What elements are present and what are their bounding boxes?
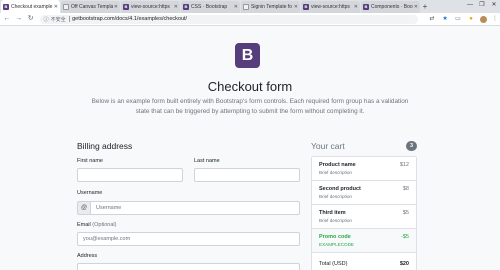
- cart-total-item: Total (USD) $20: [312, 253, 416, 270]
- list-item: Product name Brief description $12: [312, 157, 416, 181]
- address-field[interactable]: [77, 263, 300, 270]
- tab-strip: B Checkout example ✕ Off Canvas Template…: [0, 0, 500, 13]
- tab-off-canvas[interactable]: Off Canvas Template ✕: [61, 1, 120, 13]
- translate-icon[interactable]: ⇄: [427, 14, 437, 24]
- window-controls: — ❐ ✕: [464, 0, 500, 10]
- document-icon: [243, 4, 249, 10]
- email-field[interactable]: you@example.com: [77, 232, 300, 246]
- security-label: 不安全: [50, 16, 66, 23]
- first-name-field[interactable]: [77, 168, 183, 182]
- tab-label: CSS · Bootstrap: [191, 4, 228, 10]
- forward-icon[interactable]: →: [14, 14, 24, 24]
- tab-label: Components · Boo: [371, 4, 413, 10]
- promo-code: EXAMPLECODE: [319, 242, 354, 247]
- close-icon[interactable]: ✕: [234, 4, 238, 10]
- username-field[interactable]: Username: [90, 201, 300, 215]
- page-viewport: B Checkout form Below is an example form…: [0, 27, 500, 270]
- reload-icon[interactable]: ↻: [26, 14, 36, 24]
- info-icon[interactable]: ⓘ: [44, 16, 49, 23]
- tab-label: Checkout example: [11, 3, 53, 10]
- bootstrap-icon: B: [363, 4, 369, 10]
- email-label-text: Email: [77, 222, 91, 228]
- cart-heading: Your cart: [311, 141, 345, 151]
- tab-view-source[interactable]: B view-source:https ✕: [121, 1, 180, 13]
- username-label: Username: [77, 190, 103, 196]
- tab-checkout-example[interactable]: B Checkout example ✕: [1, 0, 60, 13]
- last-name-label: Last name: [194, 158, 220, 164]
- product-description: Brief description: [319, 170, 352, 175]
- promo-amount: -$5: [401, 234, 409, 240]
- product-description: Brief description: [319, 194, 352, 199]
- product-price: $12: [399, 162, 409, 168]
- extension-icon[interactable]: ●: [466, 14, 476, 24]
- tab-signin-template[interactable]: Signin Template fo ✕: [241, 1, 300, 13]
- address-label: Address: [77, 253, 98, 259]
- document-icon: [63, 4, 69, 10]
- close-icon[interactable]: ✕: [414, 4, 418, 10]
- product-price: $8: [402, 186, 409, 192]
- close-icon[interactable]: ✕: [114, 4, 118, 10]
- list-item: Third item Brief description $5: [312, 205, 416, 229]
- avatar[interactable]: [480, 15, 488, 23]
- minimize-button[interactable]: —: [464, 0, 476, 10]
- bootstrap-icon: B: [183, 4, 189, 10]
- cart-list: Product name Brief description $12 Secon…: [311, 156, 417, 270]
- cart-count-badge: 3: [406, 141, 417, 151]
- toolbar-icons: ⇄ ★ ▭ ● ⋮: [424, 14, 500, 24]
- product-name: Second product: [319, 186, 361, 192]
- divider: [68, 16, 70, 22]
- list-item: Second product Brief description $8: [312, 181, 416, 205]
- bootstrap-icon: B: [3, 3, 9, 10]
- email-optional-text: (Optional): [92, 222, 117, 228]
- bootstrap-icon: B: [303, 4, 309, 10]
- product-name: Product name: [319, 162, 356, 168]
- billing-heading: Billing address: [77, 141, 133, 151]
- first-name-label: First name: [77, 158, 103, 164]
- at-prefix: @: [77, 201, 91, 215]
- promo-code-item: Promo code EXAMPLECODE -$5: [312, 229, 416, 253]
- last-name-field[interactable]: [194, 168, 300, 182]
- back-icon[interactable]: ←: [2, 14, 12, 24]
- close-icon[interactable]: ✕: [354, 4, 358, 10]
- page-title: Checkout form: [207, 79, 293, 94]
- tab-label: view-source:https: [131, 4, 170, 10]
- url-input[interactable]: ⓘ 不安全 getbootstrap.com/docs/4.1/examples…: [39, 14, 419, 24]
- tab-label: Off Canvas Template: [71, 4, 113, 10]
- bookmark-star-icon[interactable]: ★: [440, 14, 450, 24]
- maximize-button[interactable]: ❐: [476, 0, 488, 10]
- close-icon[interactable]: ✕: [54, 4, 58, 10]
- tab-components[interactable]: B Components · Boo ✕: [361, 1, 420, 13]
- lead-text: Below is an example form built entirely …: [91, 98, 409, 115]
- product-description: Brief description: [319, 218, 352, 223]
- cast-icon[interactable]: ▭: [453, 14, 463, 24]
- bootstrap-logo-icon: B: [235, 43, 260, 68]
- total-label: Total (USD): [319, 261, 348, 267]
- tab-label: Signin Template fo: [251, 4, 293, 10]
- email-label: Email (Optional): [77, 222, 116, 228]
- menu-icon[interactable]: ⋮: [490, 14, 500, 24]
- url-text: getbootstrap.com/docs/4.1/examples/check…: [72, 16, 188, 22]
- address-bar: ← → ↻ ⓘ 不安全 getbootstrap.com/docs/4.1/ex…: [0, 13, 500, 26]
- new-tab-button[interactable]: +: [420, 1, 430, 13]
- close-icon[interactable]: ✕: [174, 4, 178, 10]
- product-name: Third item: [319, 210, 346, 216]
- tab-view-source-2[interactable]: B view-source:https ✕: [301, 1, 360, 13]
- bootstrap-icon: B: [123, 4, 129, 10]
- close-window-button[interactable]: ✕: [488, 0, 500, 10]
- tab-css-bootstrap[interactable]: B CSS · Bootstrap ✕: [181, 1, 240, 13]
- product-price: $5: [402, 210, 409, 216]
- tab-label: view-source:https: [311, 4, 350, 10]
- promo-label: Promo code: [319, 234, 351, 240]
- close-icon[interactable]: ✕: [294, 4, 298, 10]
- total-value: $20: [399, 261, 409, 267]
